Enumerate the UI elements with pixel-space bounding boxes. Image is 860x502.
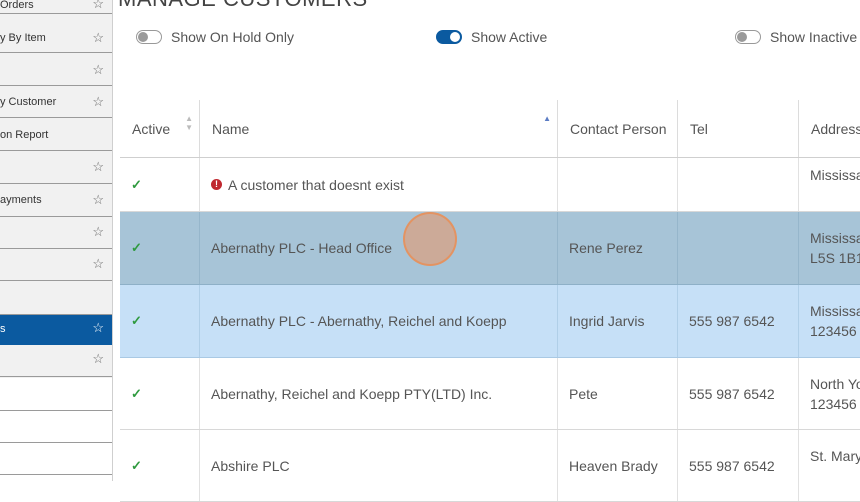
customer-name: Abernathy PLC - Abernathy, Reichel and K… xyxy=(211,313,507,329)
column-header-active[interactable]: Active ▲ ▼ xyxy=(120,100,200,157)
star-icon[interactable]: ☆ xyxy=(92,351,104,367)
address-line: 123456 xyxy=(810,396,857,412)
sidebar-item-12[interactable]: ☆ xyxy=(0,345,112,377)
star-icon[interactable]: ☆ xyxy=(92,0,104,12)
address-line: 123456 xyxy=(810,323,857,339)
sidebar-item-payments[interactable]: ayments ☆ xyxy=(0,186,112,217)
toggle-show-active[interactable]: Show Active xyxy=(436,27,547,47)
star-icon[interactable]: ☆ xyxy=(92,94,104,110)
customer-name: Abshire PLC xyxy=(211,457,290,474)
toggle-show-on-hold[interactable]: Show On Hold Only xyxy=(136,27,294,47)
sidebar-item-label: s xyxy=(0,323,6,335)
address-line: Mississau xyxy=(810,167,860,183)
tel: 555 987 6542 xyxy=(689,457,775,474)
check-icon: ✓ xyxy=(131,240,142,255)
divider xyxy=(0,474,112,475)
star-icon[interactable]: ☆ xyxy=(92,192,104,208)
toggle-label: Show On Hold Only xyxy=(171,29,294,45)
sidebar-item-by-item[interactable]: y By Item ☆ xyxy=(0,24,112,53)
sidebar-item-label: y By Item xyxy=(0,32,46,44)
table-row[interactable]: ✓ Abernathy PLC - Head Office Rene Perez… xyxy=(120,212,860,285)
divider xyxy=(0,410,112,411)
sidebar-item-9[interactable]: ☆ xyxy=(0,251,112,281)
sidebar-item-by-customer[interactable]: y Customer ☆ xyxy=(0,88,112,118)
table-row[interactable]: ✓ Abernathy PLC - Abernathy, Reichel and… xyxy=(120,285,860,358)
sidebar-item-label: Orders xyxy=(0,0,34,11)
check-icon: ✓ xyxy=(131,457,142,473)
contact-person: Pete xyxy=(569,385,598,402)
star-icon[interactable]: ☆ xyxy=(92,256,104,272)
customer-name: A customer that doesnt exist xyxy=(228,176,404,193)
sidebar-item-label: y Customer xyxy=(0,96,57,108)
column-header-name[interactable]: Name ▲ xyxy=(200,100,558,157)
contact-person: Heaven Brady xyxy=(569,457,658,474)
toggle-label: Show Inactive xyxy=(770,29,858,45)
toggle-show-inactive[interactable]: Show Inactive xyxy=(735,27,857,47)
customer-name: Abernathy, Reichel and Koepp PTY(LTD) In… xyxy=(211,385,493,402)
address-line: Mississau xyxy=(810,230,860,246)
sidebar: Orders ☆ y By Item ☆ ☆ y Customer ☆ on R… xyxy=(0,0,113,481)
sidebar-empty-area xyxy=(0,378,112,481)
sidebar-item-10[interactable] xyxy=(0,283,112,315)
customer-name: Abernathy PLC - Head Office xyxy=(211,240,393,256)
star-icon[interactable]: ☆ xyxy=(92,62,104,78)
table-row[interactable]: ✓ Abernathy, Reichel and Koepp PTY(LTD) … xyxy=(120,358,860,430)
toggle-switch[interactable] xyxy=(735,30,761,44)
table-row[interactable]: ✓ ! A customer that doesnt exist Mississ… xyxy=(120,158,860,212)
address-line: L5S 1B1 xyxy=(810,250,860,266)
address-line: Mississau xyxy=(810,303,860,319)
address-line: St. Mary xyxy=(810,448,860,464)
check-icon: ✓ xyxy=(131,176,142,192)
star-icon[interactable]: ☆ xyxy=(92,30,104,46)
star-icon[interactable]: ☆ xyxy=(92,159,104,175)
column-header-contact[interactable]: Contact Person xyxy=(558,100,678,157)
check-icon: ✓ xyxy=(131,385,142,401)
sidebar-item-label: on Report xyxy=(0,129,49,141)
sidebar-item-6[interactable]: ☆ xyxy=(0,153,112,184)
sidebar-item-orders[interactable]: Orders ☆ xyxy=(0,0,112,14)
sidebar-item-customers[interactable]: s ☆ xyxy=(0,315,112,345)
sort-ascending-icon: ▲ xyxy=(543,114,551,123)
page-title: MANAGE CUSTOMERS xyxy=(118,0,368,12)
toggle-switch[interactable] xyxy=(436,30,462,44)
sidebar-item-report[interactable]: on Report xyxy=(0,120,112,151)
table-header: Active ▲ ▼ Name ▲ Contact Person Tel Addr… xyxy=(120,100,860,158)
contact-person: Ingrid Jarvis xyxy=(569,313,645,329)
sidebar-item-label: ayments xyxy=(0,194,42,206)
sidebar-item-8[interactable]: ☆ xyxy=(0,219,112,249)
column-header-tel[interactable]: Tel xyxy=(678,100,799,157)
error-icon: ! xyxy=(211,179,222,190)
address-line: North Yo xyxy=(810,376,860,392)
column-header-address[interactable]: Address xyxy=(799,100,860,157)
click-indicator xyxy=(403,212,457,266)
table-row[interactable]: ✓ Abshire PLC Heaven Brady 555 987 6542 … xyxy=(120,430,860,502)
contact-person: Rene Perez xyxy=(569,240,643,256)
tel: 555 987 6542 xyxy=(689,385,775,402)
star-icon[interactable]: ☆ xyxy=(92,320,104,336)
toggle-label: Show Active xyxy=(471,29,548,45)
star-icon[interactable]: ☆ xyxy=(92,224,104,240)
check-icon: ✓ xyxy=(131,313,142,328)
sidebar-item-3[interactable]: ☆ xyxy=(0,55,112,86)
divider xyxy=(0,442,112,443)
sort-icon: ▲ ▼ xyxy=(185,114,193,132)
toggle-switch[interactable] xyxy=(136,30,162,44)
tel: 555 987 6542 xyxy=(689,313,775,329)
